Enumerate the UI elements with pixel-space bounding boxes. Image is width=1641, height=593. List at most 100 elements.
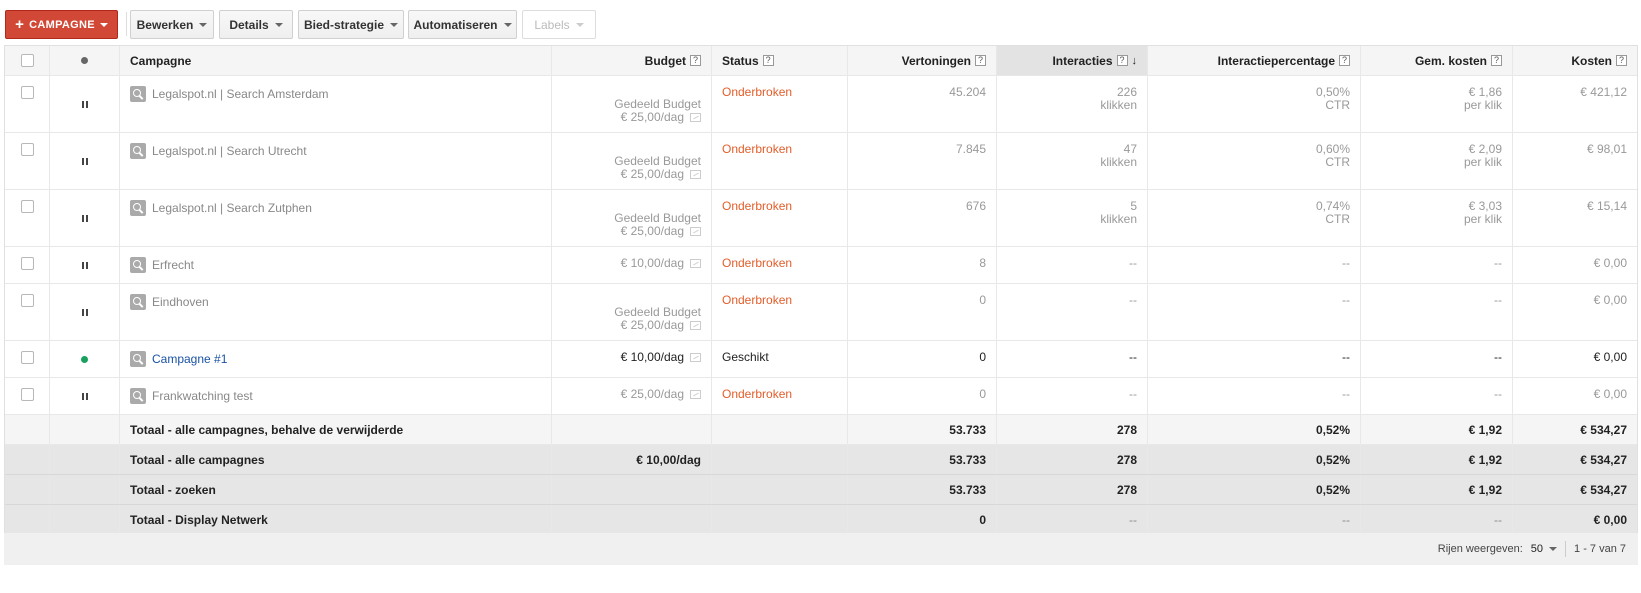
help-icon[interactable]: ? (975, 55, 986, 66)
campaign-cell: Legalspot.nl | Search Zutphen (120, 190, 552, 246)
bid-strategy-button[interactable]: Bied-strategie (298, 10, 404, 39)
row-checkbox[interactable] (20, 257, 34, 270)
header-impressions[interactable]: Vertoningen ? (848, 46, 997, 75)
row-select-cell (5, 378, 50, 414)
row-status-toggle[interactable] (50, 284, 120, 340)
totals-status-cell (712, 415, 848, 444)
totals-cost: € 534,27 (1580, 482, 1627, 497)
campaign-link[interactable]: Legalspot.nl | Search Amsterdam (152, 87, 329, 101)
campaign-link[interactable]: Eindhoven (152, 295, 209, 309)
totals-rate-cell: 0,52% (1148, 475, 1361, 504)
edit-button[interactable]: Bewerken (130, 10, 214, 39)
chart-icon[interactable] (690, 390, 701, 400)
rows-per-page-label: Rijen weergeven: (1437, 543, 1523, 555)
campaign-link[interactable]: Campagne #1 (152, 352, 227, 366)
status-label[interactable]: Onderbroken (722, 387, 792, 401)
toolbar: + CAMPAGNE Bewerken Details Bied-strateg… (0, 0, 1641, 46)
select-all-checkbox[interactable] (20, 54, 34, 67)
status-label[interactable]: Onderbroken (722, 293, 792, 307)
status-dot-header[interactable] (50, 46, 120, 75)
campaign-link[interactable]: Frankwatching test (152, 389, 253, 403)
header-interaction-rate[interactable]: Interactiepercentage ? (1148, 46, 1361, 75)
budget-amount[interactable]: € 25,00/dag (621, 167, 684, 181)
row-checkbox[interactable] (20, 86, 34, 99)
table-header-row: Campagne Budget ? Status ? Vertoningen ?… (5, 46, 1637, 76)
status-label[interactable]: Geschikt (722, 350, 769, 364)
budget-amount[interactable]: € 25,00/dag (621, 110, 684, 124)
table-row: Legalspot.nl | Search Amsterdam Gedeeld B… (5, 76, 1637, 133)
totals-impressions-cell: 0 (848, 505, 997, 534)
impressions-cell: 676 (848, 190, 997, 246)
row-status-toggle[interactable] (50, 378, 120, 414)
details-button[interactable]: Details (219, 10, 293, 39)
footer-divider (1565, 541, 1567, 557)
header-interactions[interactable]: Interacties ? ↓ (997, 46, 1148, 75)
status-label[interactable]: Onderbroken (722, 85, 792, 99)
help-icon[interactable]: ? (762, 55, 774, 66)
row-checkbox[interactable] (20, 200, 34, 213)
interactions-cell: -- (997, 341, 1148, 377)
help-icon[interactable]: ? (1339, 55, 1350, 66)
chart-icon[interactable] (690, 353, 701, 363)
budget-amount[interactable]: € 10,00/dag (621, 350, 684, 364)
totals-empty-cell (5, 415, 50, 444)
status-label[interactable]: Onderbroken (722, 256, 792, 270)
chart-icon[interactable] (690, 113, 701, 123)
row-checkbox[interactable] (20, 143, 34, 156)
budget-amount[interactable]: € 25,00/dag (621, 318, 684, 332)
status-label[interactable]: Onderbroken (722, 199, 792, 213)
row-status-toggle[interactable] (50, 190, 120, 246)
totals-avg-cost: € 1,92 (1468, 482, 1502, 497)
help-icon[interactable]: ? (1116, 55, 1128, 66)
rate-value: -- (1342, 256, 1350, 270)
campaign-link[interactable]: Legalspot.nl | Search Utrecht (152, 144, 307, 158)
row-status-toggle[interactable] (50, 133, 120, 189)
header-status[interactable]: Status ? (712, 46, 848, 75)
help-icon[interactable]: ? (1491, 55, 1502, 66)
totals-interactions: -- (1129, 512, 1137, 527)
budget-amount[interactable]: € 25,00/dag (621, 224, 684, 238)
chart-icon[interactable] (690, 321, 701, 331)
totals-cost: € 534,27 (1580, 422, 1627, 437)
totals-row: Totaal - alle campagnes € 10,00/dag 53.733… (5, 445, 1637, 475)
automate-button[interactable]: Automatiseren (408, 10, 517, 39)
row-select-cell (5, 247, 50, 283)
status-label[interactable]: Onderbroken (722, 142, 792, 156)
totals-interactions: 278 (1116, 422, 1137, 437)
avg-cost-value: -- (1494, 350, 1502, 364)
budget-amount[interactable]: € 10,00/dag (621, 256, 684, 270)
labels-button[interactable]: Labels (522, 10, 596, 39)
totals-budget-cell (552, 505, 712, 534)
cost-value: € 0,00 (1593, 293, 1627, 307)
totals-impressions-cell: 53.733 (848, 445, 997, 474)
table-body: Legalspot.nl | Search Amsterdam Gedeeld B… (5, 76, 1637, 415)
row-status-toggle[interactable] (50, 341, 120, 377)
chart-icon[interactable] (690, 227, 701, 237)
row-checkbox[interactable] (20, 351, 34, 364)
interaction-rate-cell: 0,50% CTR (1148, 76, 1361, 132)
header-budget[interactable]: Budget ? (552, 46, 712, 75)
impressions-cell: 7.845 (848, 133, 997, 189)
campaign-cell: Frankwatching test (120, 378, 552, 414)
help-icon[interactable]: ? (690, 55, 701, 66)
paused-icon (81, 214, 88, 222)
row-checkbox[interactable] (20, 294, 34, 307)
avg-cost-value: -- (1494, 387, 1502, 401)
rate-value: -- (1342, 293, 1350, 307)
help-icon[interactable]: ? (1616, 55, 1627, 66)
budget-amount[interactable]: € 25,00/dag (621, 387, 684, 401)
row-status-toggle[interactable] (50, 76, 120, 132)
row-checkbox[interactable] (20, 388, 34, 401)
chart-icon[interactable] (690, 259, 701, 269)
header-campaign[interactable]: Campagne (120, 46, 552, 75)
rate-unit: CTR (1325, 212, 1350, 226)
row-status-toggle[interactable] (50, 247, 120, 283)
campaign-link[interactable]: Legalspot.nl | Search Zutphen (152, 201, 312, 215)
header-avg-cost[interactable]: Gem. kosten ? (1361, 46, 1513, 75)
campaign-link[interactable]: Erfrecht (152, 258, 194, 272)
rows-per-page-select[interactable]: 50 (1531, 543, 1558, 555)
interactions-unit: klikken (1100, 212, 1137, 226)
header-cost[interactable]: Kosten ? (1513, 46, 1637, 75)
chart-icon[interactable] (690, 170, 701, 180)
add-campaign-button[interactable]: + CAMPAGNE (5, 10, 118, 39)
